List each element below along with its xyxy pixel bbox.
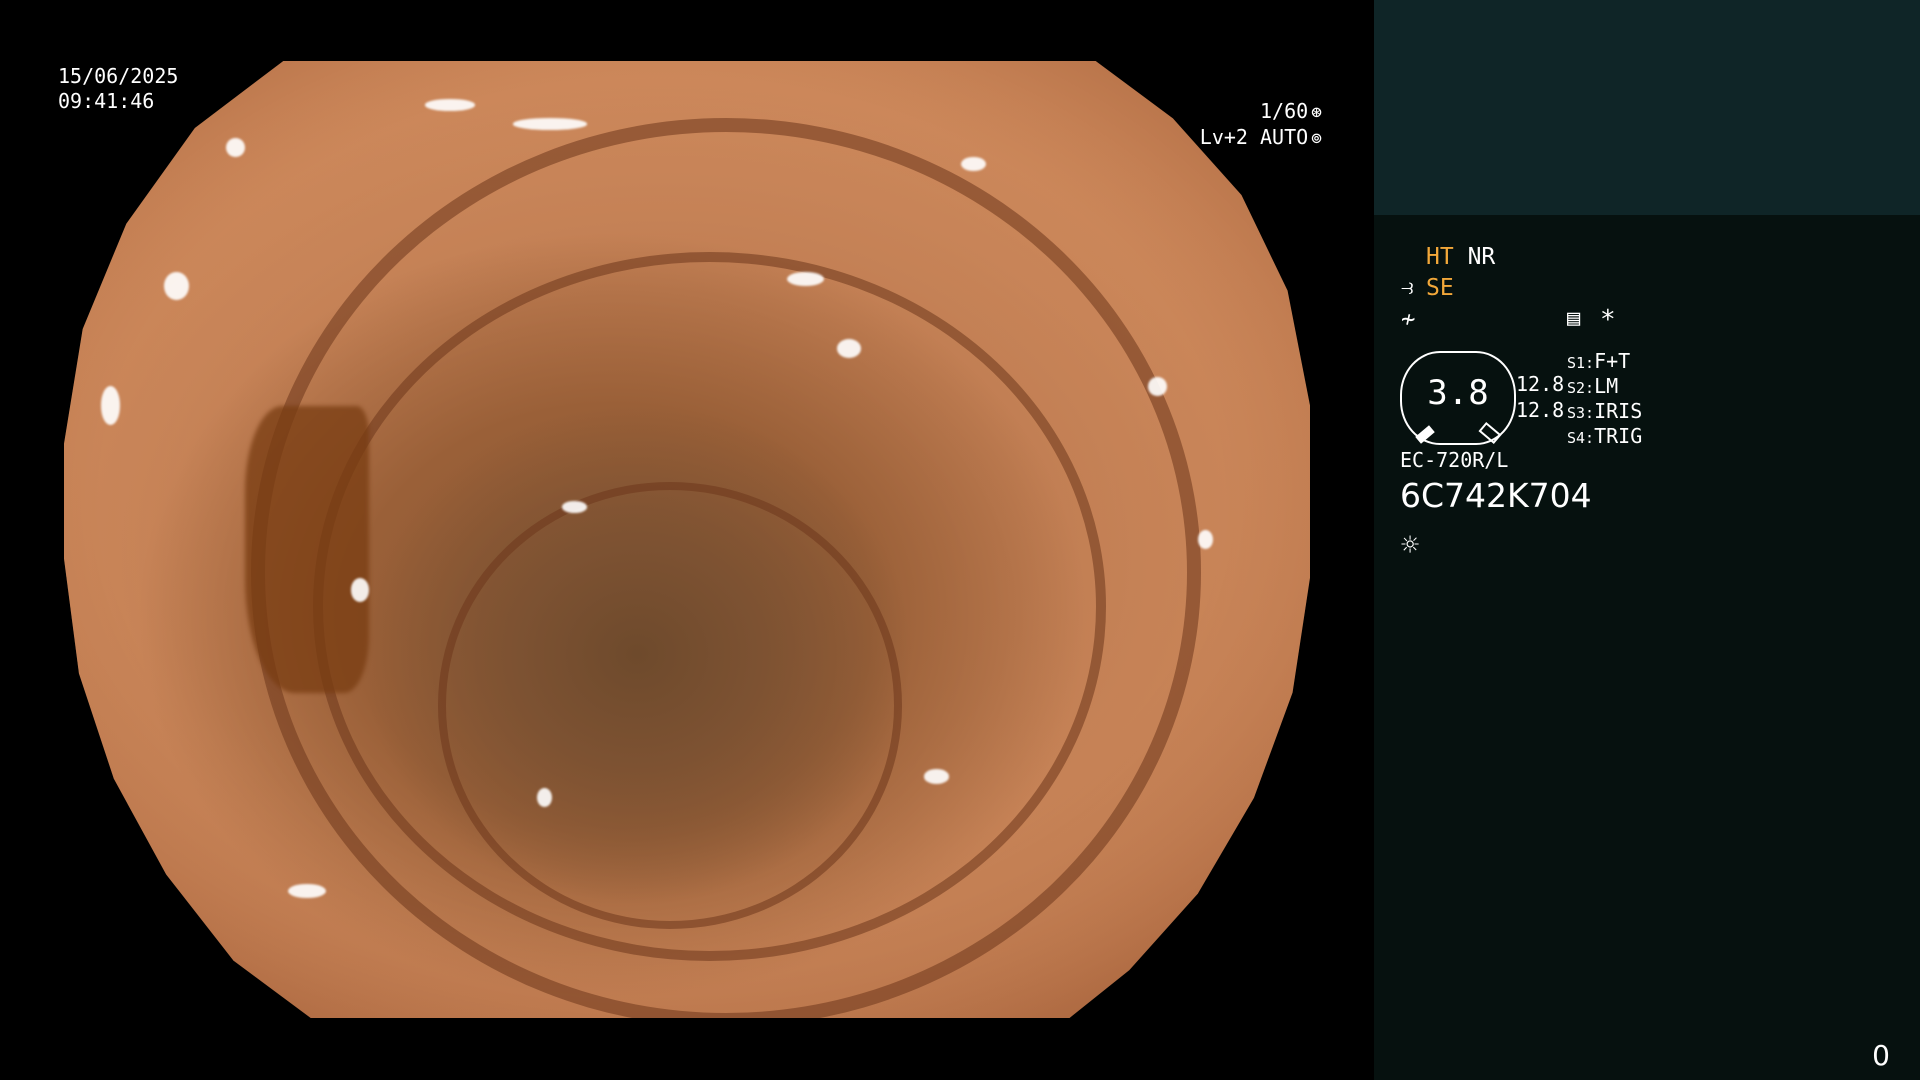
- date-text: 15/06/2025: [58, 64, 179, 88]
- menu-list-icon: ▤: [1567, 306, 1581, 331]
- iris-icon: ⊚: [1311, 128, 1322, 149]
- highlight: [425, 99, 476, 111]
- info-panel: [1374, 215, 1920, 1080]
- date-time-readout: 15/06/2025 09:41:46: [58, 64, 178, 114]
- gauge-value: 3.8: [1427, 373, 1489, 413]
- highlight: [923, 769, 949, 784]
- switch-row-s2: S2:LM: [1567, 374, 1618, 398]
- switch-key: S1:: [1567, 354, 1595, 372]
- switch-value: TRIG: [1594, 424, 1643, 448]
- mode-se: SE: [1426, 275, 1454, 301]
- asterisk-indicator: *: [1600, 305, 1616, 335]
- mode-nr: NR: [1467, 244, 1496, 270]
- brightness-level: Lv+2 AUTO: [1199, 125, 1309, 149]
- endoscopic-image: [64, 61, 1310, 1018]
- highlight: [836, 338, 862, 358]
- scope-serial: 6C742K704: [1400, 476, 1592, 515]
- highlight: [101, 386, 121, 425]
- highlight: [961, 156, 987, 172]
- mode-ht: HT: [1426, 244, 1454, 270]
- info-panel-header: [1374, 0, 1920, 215]
- gauge-left-marker: [1415, 425, 1435, 444]
- highlight: [562, 501, 588, 513]
- value-readout-1: 12.8: [1516, 372, 1565, 396]
- highlight: [288, 884, 326, 899]
- highlight: [512, 118, 588, 130]
- image-counter: 0: [1872, 1039, 1890, 1072]
- mode-row-2: SE: [1426, 275, 1454, 301]
- time-text: 09:41:46: [58, 89, 155, 113]
- highlight: [163, 271, 189, 301]
- highlight: [350, 577, 370, 602]
- highlight: [1148, 376, 1167, 396]
- switch-row-s4: S4:TRIG: [1567, 424, 1642, 448]
- enhance-icon: ≁: [1401, 305, 1416, 333]
- switch-row-s3: S3:IRIS: [1567, 399, 1642, 423]
- switch-key: S3:: [1567, 404, 1595, 422]
- exposure-readout: 1/60 ⊛ Lv+2 AUTO ⊚: [1200, 99, 1322, 151]
- switch-key: S2:: [1567, 379, 1595, 397]
- aperture-icon: ⊛: [1311, 102, 1322, 123]
- value-readout-2: 12.8: [1516, 398, 1565, 422]
- scope-model: EC-720R/L: [1400, 448, 1509, 472]
- zoom-gauge: 3.8: [1400, 351, 1516, 445]
- highlight: [1197, 529, 1213, 550]
- light-sun-icon: ☼: [1401, 528, 1420, 563]
- fluid-pool: [244, 405, 370, 693]
- switch-key: S4:: [1567, 429, 1595, 447]
- mode-row-1: HT NR: [1426, 244, 1495, 270]
- shutter-speed: 1/60: [1259, 99, 1309, 123]
- switch-value: IRIS: [1594, 399, 1643, 423]
- switch-value: F+T: [1594, 349, 1631, 373]
- endoscope-image-area: 15/06/2025 09:41:46 1/60 ⊛ Lv+2 AUTO ⊚: [0, 0, 1374, 1080]
- switch-value: LM: [1594, 374, 1619, 398]
- mucosal-fold-inner: [437, 482, 903, 929]
- highlight: [225, 137, 245, 157]
- highlight: [786, 271, 825, 286]
- scope-tip-icon: ⥽: [1401, 275, 1414, 300]
- switch-row-s1: S1:F+T: [1567, 349, 1630, 373]
